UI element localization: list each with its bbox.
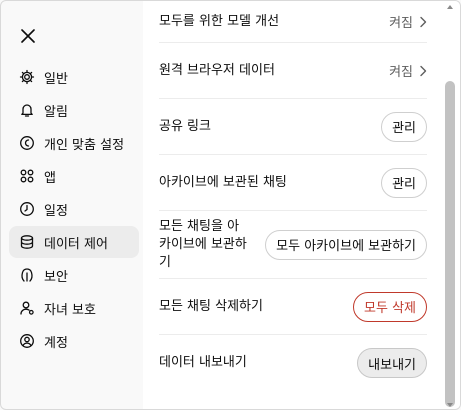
setting-label-line: 기 (159, 254, 171, 270)
sidebar-item-schedule[interactable]: 일정 (9, 193, 139, 225)
manage-archived-chats-button[interactable]: 관리 (381, 167, 427, 198)
sidebar-item-personalization[interactable]: 개인 맞춤 설정 (9, 127, 139, 159)
archive-all-button[interactable]: 모두 아카이브에 보관하기 (265, 229, 427, 260)
remote-browser-toggle-link[interactable]: 켜짐 (389, 61, 427, 80)
sidebar-item-label: 알림 (44, 104, 68, 120)
setting-value: 켜짐 (389, 16, 413, 31)
database-icon (19, 234, 35, 250)
sidebar-item-label: 계정 (44, 335, 68, 351)
setting-row-archive-all: 모든 채팅을 아 카이브에 보관하 기 모두 아카이브에 보관하기 (159, 211, 427, 279)
close-button[interactable] (17, 25, 39, 47)
delete-all-chats-button[interactable]: 모두 삭제 (353, 291, 427, 322)
sidebar-item-label: 앱 (44, 170, 56, 186)
sidebar-item-label: 보안 (44, 269, 68, 285)
setting-row-model-improvement: 모두를 위한 모델 개선 켜짐 (159, 1, 427, 43)
setting-row-delete-all: 모든 채팅 삭제하기 모두 삭제 (159, 279, 427, 335)
bell-icon (19, 102, 35, 118)
setting-label: 아카이브에 보관된 채팅 (159, 174, 287, 190)
setting-label: 모두를 위한 모델 개선 (159, 13, 280, 29)
setting-row-export: 데이터 내보내기 내보내기 (159, 335, 427, 391)
apps-grid-icon (19, 168, 35, 184)
sidebar-item-label: 자녀 보호 (44, 302, 96, 318)
setting-row-remote-browser: 원격 브라우저 데이터 켜짐 (159, 43, 427, 99)
triangle-down-icon (447, 403, 453, 407)
sidebar-item-label: 일정 (44, 203, 68, 219)
scrollbar-thumb[interactable] (445, 81, 455, 407)
settings-dialog: 일반 알림 개인 맞춤 설정 앱 일정 데이터 제어 보안 자녀 보호 계정 모… (0, 0, 461, 410)
personalize-icon (19, 135, 35, 151)
sidebar-item-notifications[interactable]: 알림 (9, 94, 139, 126)
sidebar-item-apps[interactable]: 앱 (9, 160, 139, 192)
triangle-up-icon (447, 5, 453, 9)
shield-icon (19, 267, 35, 283)
close-icon (21, 29, 35, 43)
setting-label: 모든 채팅을 아 카이브에 보관하 기 (159, 218, 247, 272)
chevron-right-icon (420, 65, 427, 76)
sidebar-item-account[interactable]: 계정 (9, 325, 139, 357)
sidebar-item-data-controls[interactable]: 데이터 제어 (9, 226, 139, 258)
chevron-right-icon (420, 16, 427, 27)
sidebar-item-general[interactable]: 일반 (9, 61, 139, 93)
setting-label-line: 카이브에 보관하 (159, 236, 247, 252)
sidebar-item-security[interactable]: 보안 (9, 259, 139, 291)
sidebar-item-parental-controls[interactable]: 자녀 보호 (9, 292, 139, 324)
parental-user-icon (19, 300, 35, 316)
scroll-down-arrow[interactable] (445, 401, 455, 409)
scroll-up-arrow[interactable] (445, 3, 455, 11)
data-controls-list: 모두를 위한 모델 개선 켜짐 원격 브라우저 데이터 켜짐 공유 링크 관리 … (159, 1, 427, 391)
setting-label: 원격 브라우저 데이터 (159, 62, 275, 78)
settings-sidebar: 일반 알림 개인 맞춤 설정 앱 일정 데이터 제어 보안 자녀 보호 계정 (9, 61, 139, 358)
manage-shared-links-button[interactable]: 관리 (381, 111, 427, 142)
settings-panel: 모두를 위한 모델 개선 켜짐 원격 브라우저 데이터 켜짐 공유 링크 관리 … (143, 1, 460, 409)
model-improvement-toggle-link[interactable]: 켜짐 (389, 12, 427, 31)
account-icon (19, 333, 35, 349)
setting-label: 데이터 내보내기 (159, 355, 247, 370)
setting-row-shared-links: 공유 링크 관리 (159, 99, 427, 155)
export-data-button[interactable]: 내보내기 (357, 348, 427, 378)
clock-icon (19, 201, 35, 217)
sidebar-item-label: 일반 (44, 71, 68, 87)
gear-icon (19, 69, 35, 85)
sidebar-item-label: 개인 맞춤 설정 (44, 137, 125, 153)
sidebar-item-label: 데이터 제어 (44, 236, 108, 252)
setting-label: 모든 채팅 삭제하기 (159, 298, 263, 314)
setting-row-archived-chats: 아카이브에 보관된 채팅 관리 (159, 155, 427, 211)
setting-label-line: 모든 채팅을 아 (159, 218, 240, 234)
setting-label: 공유 링크 (159, 118, 211, 134)
setting-value: 켜짐 (389, 65, 413, 80)
